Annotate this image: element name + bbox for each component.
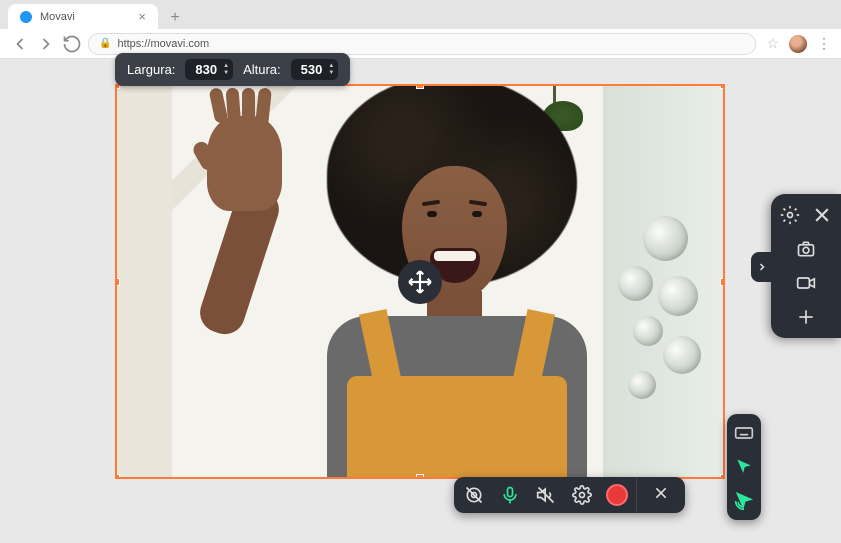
- system-audio-toggle-button[interactable]: [534, 483, 558, 507]
- screenshot-button[interactable]: [795, 238, 817, 260]
- tab-title: Movavi: [40, 11, 75, 23]
- move-handle[interactable]: [398, 260, 442, 304]
- close-toolbar-button[interactable]: [653, 485, 669, 506]
- dimension-bar[interactable]: Largura: 830 ▲▼ Altura: 530 ▲▼: [115, 53, 350, 86]
- keyboard-overlay-button[interactable]: [733, 422, 755, 444]
- microphone-toggle-button[interactable]: [498, 483, 522, 507]
- height-input[interactable]: 530 ▲▼: [291, 59, 339, 80]
- height-spinner[interactable]: ▲▼: [328, 63, 334, 76]
- add-button[interactable]: [795, 306, 817, 328]
- resize-handle-br[interactable]: [720, 474, 725, 479]
- page-area: Largura: 830 ▲▼ Altura: 530 ▲▼: [0, 59, 841, 543]
- resize-handle-tr[interactable]: [720, 84, 725, 89]
- panel-settings-icon[interactable]: [779, 204, 801, 226]
- capture-selection[interactable]: [115, 84, 725, 479]
- resize-handle-bl[interactable]: [115, 474, 120, 479]
- expand-panel-button[interactable]: [751, 252, 773, 282]
- address-bar[interactable]: 🔒 https://movavi.com: [88, 33, 756, 55]
- tab-close-icon[interactable]: ×: [138, 9, 146, 24]
- cursor-highlight-button[interactable]: [733, 456, 755, 478]
- width-label: Largura:: [127, 62, 175, 77]
- bookmark-icon[interactable]: ☆: [766, 35, 779, 52]
- profile-avatar[interactable]: [789, 35, 807, 53]
- resize-handle-tm[interactable]: [416, 84, 424, 89]
- video-record-button[interactable]: [795, 272, 817, 294]
- tab-strip: Movavi × +: [0, 0, 841, 29]
- height-label: Altura:: [243, 62, 281, 77]
- record-button[interactable]: [606, 484, 628, 506]
- new-tab-button[interactable]: +: [164, 7, 186, 29]
- settings-button[interactable]: [570, 483, 594, 507]
- click-effect-button[interactable]: [733, 490, 755, 512]
- resize-handle-mr[interactable]: [720, 278, 725, 286]
- lock-icon: 🔒: [99, 38, 111, 49]
- recording-toolbar: [454, 477, 685, 513]
- width-spinner[interactable]: ▲▼: [223, 63, 229, 76]
- side-panel: [771, 194, 841, 338]
- menu-icon[interactable]: ⋮: [817, 35, 831, 52]
- effects-panel: [727, 414, 761, 520]
- panel-close-icon[interactable]: [811, 204, 833, 226]
- height-value: 530: [301, 62, 323, 77]
- forward-button[interactable]: [36, 34, 56, 54]
- resize-handle-bm[interactable]: [416, 474, 424, 479]
- back-button[interactable]: [10, 34, 30, 54]
- browser-tab[interactable]: Movavi ×: [8, 4, 158, 29]
- tab-favicon-icon: [20, 11, 32, 23]
- browser-chrome: Movavi × + 🔒 https://movavi.com ☆ ⋮: [0, 0, 841, 59]
- webcam-toggle-button[interactable]: [462, 483, 486, 507]
- width-value: 830: [195, 62, 217, 77]
- width-input[interactable]: 830 ▲▼: [185, 59, 233, 80]
- resize-handle-ml[interactable]: [115, 278, 120, 286]
- reload-button[interactable]: [62, 34, 82, 54]
- url-text: https://movavi.com: [117, 38, 209, 50]
